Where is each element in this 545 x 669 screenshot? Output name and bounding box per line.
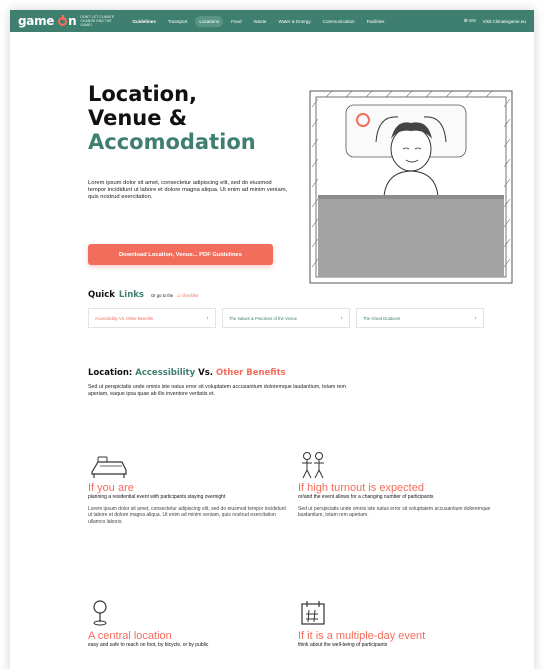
section-title-part2: Accessibility — [135, 368, 196, 378]
logo[interactable]: game n — [18, 14, 77, 28]
feature-subheading: think about the well-being of participan… — [298, 642, 388, 648]
sleeping-person-illustration — [309, 90, 513, 284]
feature-subheading: or/and the event allows for a changing n… — [298, 494, 434, 500]
nav-link-locations[interactable]: Locations — [195, 15, 224, 27]
logo-text-end: n — [68, 14, 77, 28]
goto-text: Or go to the — [150, 293, 174, 298]
quick-link-label: The Great Outdoors — [363, 315, 401, 321]
nav-link-food[interactable]: Food — [227, 16, 245, 27]
quick-links-header: Quick Links Or go to the ☑ checklist — [88, 290, 198, 300]
section-description: Sed ut perspiciatis unde omnis iste natu… — [88, 384, 346, 397]
quick-links-row: Accessibility Vs. Other Benefits ↓ The V… — [88, 308, 484, 328]
people-icon — [302, 452, 324, 479]
quick-link-accessibility[interactable]: Accessibility Vs. Other Benefits ↓ — [88, 308, 216, 328]
visit-link[interactable]: Visit Climategame.eu — [483, 19, 526, 24]
feature-heading: If it is a multiple-day event — [298, 630, 426, 642]
title-line-2: Venue & — [88, 106, 188, 130]
language-label: EN — [469, 18, 476, 23]
feature-central-location: A central location easy and safe to reac… — [88, 598, 288, 648]
quick-link-label: Accessibility Vs. Other Benefits — [95, 315, 153, 321]
feature-high-turnout: If high turnout is expected or/and the e… — [298, 450, 498, 519]
nav-link-communication[interactable]: Communication — [319, 16, 359, 27]
section-title: Location: Accessibility Vs. Other Benefi… — [88, 368, 286, 378]
nav-link-waste[interactable]: Waste — [250, 16, 271, 27]
title-line-3: Accomodation — [88, 130, 256, 154]
nav-link-guidelines[interactable]: Guidelines — [128, 16, 160, 27]
arrow-down-icon: ↓ — [340, 315, 344, 321]
section-title-part1: Location: — [88, 368, 133, 378]
arrow-down-icon: ↓ — [206, 315, 210, 321]
quick-links-title: Quick Links Or go to the ☑ checklist — [88, 290, 198, 300]
checklist-icon: ☑ — [177, 293, 181, 298]
feature-body: Lorem ipsum dolor sit amet, consectetur … — [88, 506, 286, 525]
page-title: Location, Venue & Accomodation — [88, 82, 256, 154]
title-line-1: Location, — [88, 82, 198, 106]
quick-links-title-part2: Links — [118, 290, 144, 300]
nav-link-facilities[interactable]: Facilities — [363, 16, 389, 27]
arrow-down-icon: ↓ — [474, 315, 478, 321]
feature-overnight: If you are planning a residential event … — [88, 450, 288, 525]
hero-description: Lorem ipsum dolor sit amet, consectetur … — [88, 180, 288, 201]
top-navigation: game n Don't let climate change end the … — [10, 10, 534, 32]
page-frame: game n Don't let climate change end the … — [10, 10, 534, 669]
logo-text: game — [18, 14, 55, 28]
location-pin-icon — [93, 600, 107, 626]
quick-links-title-part1: Quick — [88, 290, 115, 300]
nav-link-transport[interactable]: Transport — [164, 16, 192, 27]
feature-heading: If high turnout is expected — [298, 482, 424, 494]
download-guidelines-button[interactable]: Download Location, Venue... PDF Guidelin… — [88, 244, 273, 265]
calendar-icon — [301, 601, 325, 625]
feature-heading: If you are — [88, 482, 134, 494]
feature-multiple-day: If it is a multiple-day event think abou… — [298, 598, 498, 648]
power-icon — [58, 14, 68, 26]
quick-link-great-outdoors[interactable]: The Great Outdoors ↓ — [356, 308, 484, 328]
nav-links: Guidelines Transport Locations Food Wast… — [128, 15, 389, 27]
language-selector[interactable]: ⊕ EN — [464, 18, 476, 24]
checklist-link[interactable]: ☑ checklist — [177, 293, 198, 298]
quick-link-values-practices[interactable]: The Values & Practices of the Venue ↓ — [222, 308, 350, 328]
feature-subheading: planning a residential event with partic… — [88, 494, 226, 500]
feature-heading: A central location — [88, 630, 172, 642]
checklist-label: checklist — [182, 293, 199, 298]
tagline: Don't let climate change end the game! — [80, 15, 115, 27]
section-title-part4: Other Benefits — [215, 368, 286, 378]
feature-subheading: easy and safe to reach on foot, by bicyc… — [88, 642, 209, 648]
quick-link-label: The Values & Practices of the Venue — [229, 315, 297, 321]
nav-link-water-energy[interactable]: Water & Energy — [274, 16, 314, 27]
bed-icon — [91, 456, 127, 478]
globe-icon: ⊕ — [463, 18, 468, 24]
section-title-part3: Vs. — [198, 368, 214, 378]
feature-body: Sed ut perspiciatis unde omnis iste natu… — [298, 506, 491, 519]
nav-right: ⊕ EN Visit Climategame.eu — [464, 18, 526, 24]
hero: Location, Venue & Accomodation Lorem ips… — [10, 32, 534, 284]
